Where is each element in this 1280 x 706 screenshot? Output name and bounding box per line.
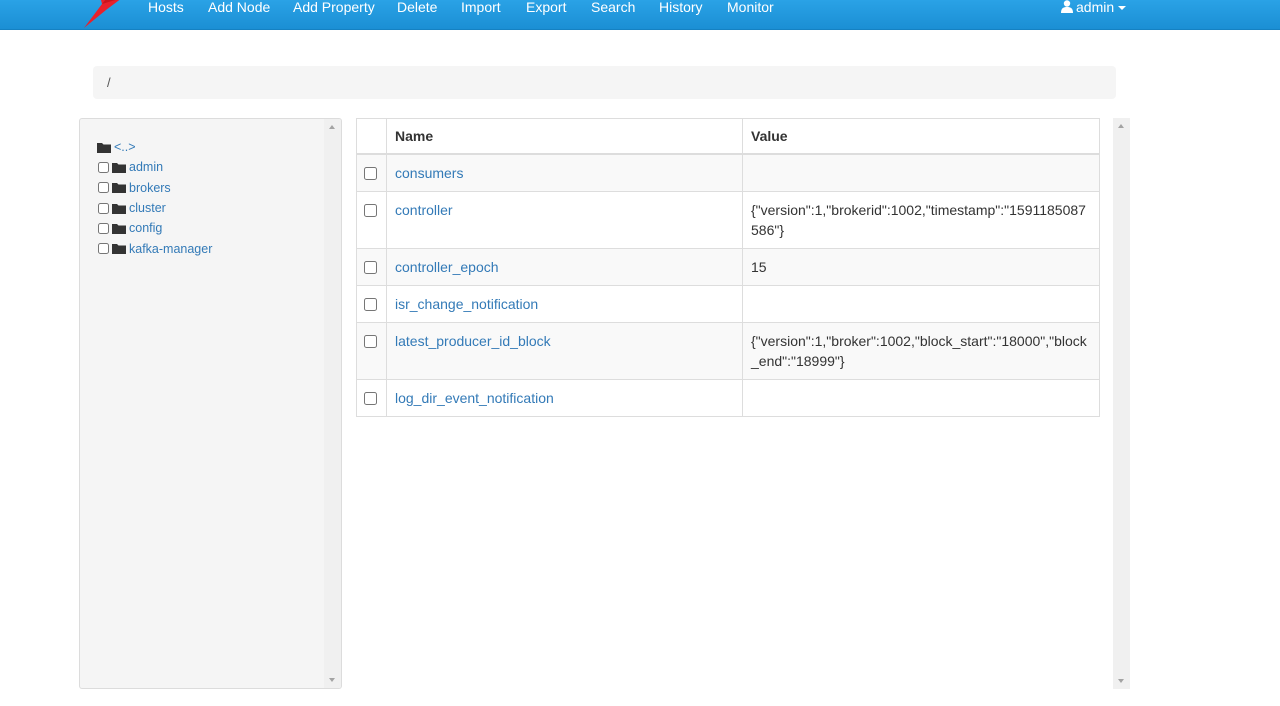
tree-item-admin[interactable]: admin xyxy=(97,157,212,177)
tree-link-admin[interactable]: admin xyxy=(129,160,163,174)
tree-link-brokers[interactable]: brokers xyxy=(129,181,171,195)
row-checkbox[interactable] xyxy=(364,335,377,348)
row-checkbox-cell xyxy=(356,191,387,249)
nav-import[interactable]: Import xyxy=(461,0,501,14)
table-header-row: Name Value xyxy=(356,118,1100,155)
value-cell: {"version":1,"broker":1002,"block_start"… xyxy=(742,322,1100,380)
table-row: isr_change_notification xyxy=(356,285,1100,323)
tree-item-cluster[interactable]: cluster xyxy=(97,198,212,218)
nav-monitor[interactable]: Monitor xyxy=(727,0,774,14)
value-cell xyxy=(742,153,1100,192)
scroll-down-icon[interactable] xyxy=(329,678,335,682)
row-checkbox[interactable] xyxy=(364,261,377,274)
folder-icon xyxy=(112,223,126,234)
tree-link-cluster[interactable]: cluster xyxy=(129,201,166,215)
nav-history[interactable]: History xyxy=(659,0,703,14)
user-name: admin xyxy=(1076,0,1115,15)
node-link[interactable]: log_dir_event_notification xyxy=(395,390,554,406)
table-row: controller {"version":1,"brokerid":1002,… xyxy=(356,191,1100,249)
name-cell: controller_epoch xyxy=(386,248,743,286)
content-scrollbar[interactable] xyxy=(1113,118,1130,689)
node-link[interactable]: latest_producer_id_block xyxy=(395,333,551,349)
table-row: controller_epoch 15 xyxy=(356,248,1100,286)
row-checkbox[interactable] xyxy=(364,392,377,405)
node-link[interactable]: consumers xyxy=(395,165,463,181)
tree-checkbox-cluster[interactable] xyxy=(98,202,109,214)
name-cell: latest_producer_id_block xyxy=(386,322,743,380)
tree-scrollbar[interactable] xyxy=(324,119,341,688)
node-link[interactable]: controller xyxy=(395,202,453,218)
row-checkbox-cell xyxy=(356,285,387,323)
tree-item-config[interactable]: config xyxy=(97,218,212,238)
app-logo-icon[interactable] xyxy=(80,0,126,30)
row-checkbox[interactable] xyxy=(364,298,377,311)
folder-icon xyxy=(112,183,126,194)
table-row: latest_producer_id_block {"version":1,"b… xyxy=(356,322,1100,380)
value-cell: 15 xyxy=(742,248,1100,286)
tree-link-config[interactable]: config xyxy=(129,221,162,235)
breadcrumb-path[interactable]: / xyxy=(107,75,111,90)
header-checkbox-cell xyxy=(356,118,387,155)
node-tree-panel: <..> admin brokers cluster config kafka-… xyxy=(79,118,342,689)
row-checkbox-cell xyxy=(356,153,387,192)
nav-delete[interactable]: Delete xyxy=(397,0,437,14)
tree-checkbox-kafka-manager[interactable] xyxy=(98,243,109,255)
tree-link-kafka-manager[interactable]: kafka-manager xyxy=(129,242,212,256)
nav-search[interactable]: Search xyxy=(591,0,635,14)
value-cell xyxy=(742,285,1100,323)
column-header-name: Name xyxy=(386,118,743,155)
user-menu-dropdown[interactable]: admin xyxy=(1061,0,1127,15)
row-checkbox-cell xyxy=(356,379,387,417)
row-checkbox-cell xyxy=(356,322,387,380)
value-cell: {"version":1,"brokerid":1002,"timestamp"… xyxy=(742,191,1100,249)
tree-item-parent[interactable]: <..> xyxy=(97,137,212,157)
value-cell xyxy=(742,379,1100,417)
nav-hosts[interactable]: Hosts xyxy=(148,0,184,14)
tree-item-brokers[interactable]: brokers xyxy=(97,178,212,198)
tree-checkbox-brokers[interactable] xyxy=(98,182,109,194)
caret-down-icon xyxy=(1118,6,1127,10)
scroll-up-icon[interactable] xyxy=(329,125,335,129)
breadcrumb: / xyxy=(93,66,1116,99)
user-icon xyxy=(1061,0,1073,13)
tree-checkbox-config[interactable] xyxy=(98,222,109,234)
properties-table: Name Value consumers controller {"versio… xyxy=(356,118,1100,417)
folder-icon xyxy=(112,203,126,214)
scroll-down-icon[interactable] xyxy=(1118,679,1124,683)
nav-add-node[interactable]: Add Node xyxy=(208,0,270,14)
folder-icon xyxy=(112,162,126,173)
tree-item-kafka-manager[interactable]: kafka-manager xyxy=(97,238,212,258)
nav-export[interactable]: Export xyxy=(526,0,566,14)
node-link[interactable]: isr_change_notification xyxy=(395,296,538,312)
row-checkbox[interactable] xyxy=(364,167,377,180)
table-row: consumers xyxy=(356,153,1100,192)
tree-checkbox-admin[interactable] xyxy=(98,161,109,173)
name-cell: consumers xyxy=(386,153,743,192)
column-header-value: Value xyxy=(742,118,1100,155)
row-checkbox[interactable] xyxy=(364,204,377,217)
nav-add-property[interactable]: Add Property xyxy=(293,0,375,14)
name-cell: controller xyxy=(386,191,743,249)
name-cell: isr_change_notification xyxy=(386,285,743,323)
top-navbar: Hosts Add Node Add Property Delete Impor… xyxy=(0,0,1280,30)
table-row: log_dir_event_notification xyxy=(356,379,1100,417)
node-tree: <..> admin brokers cluster config kafka-… xyxy=(97,137,212,259)
name-cell: log_dir_event_notification xyxy=(386,379,743,417)
folder-icon xyxy=(97,142,111,153)
scroll-up-icon[interactable] xyxy=(1118,124,1124,128)
node-link[interactable]: controller_epoch xyxy=(395,259,499,275)
row-checkbox-cell xyxy=(356,248,387,286)
tree-parent-link[interactable]: <..> xyxy=(114,140,136,154)
folder-icon xyxy=(112,244,126,255)
